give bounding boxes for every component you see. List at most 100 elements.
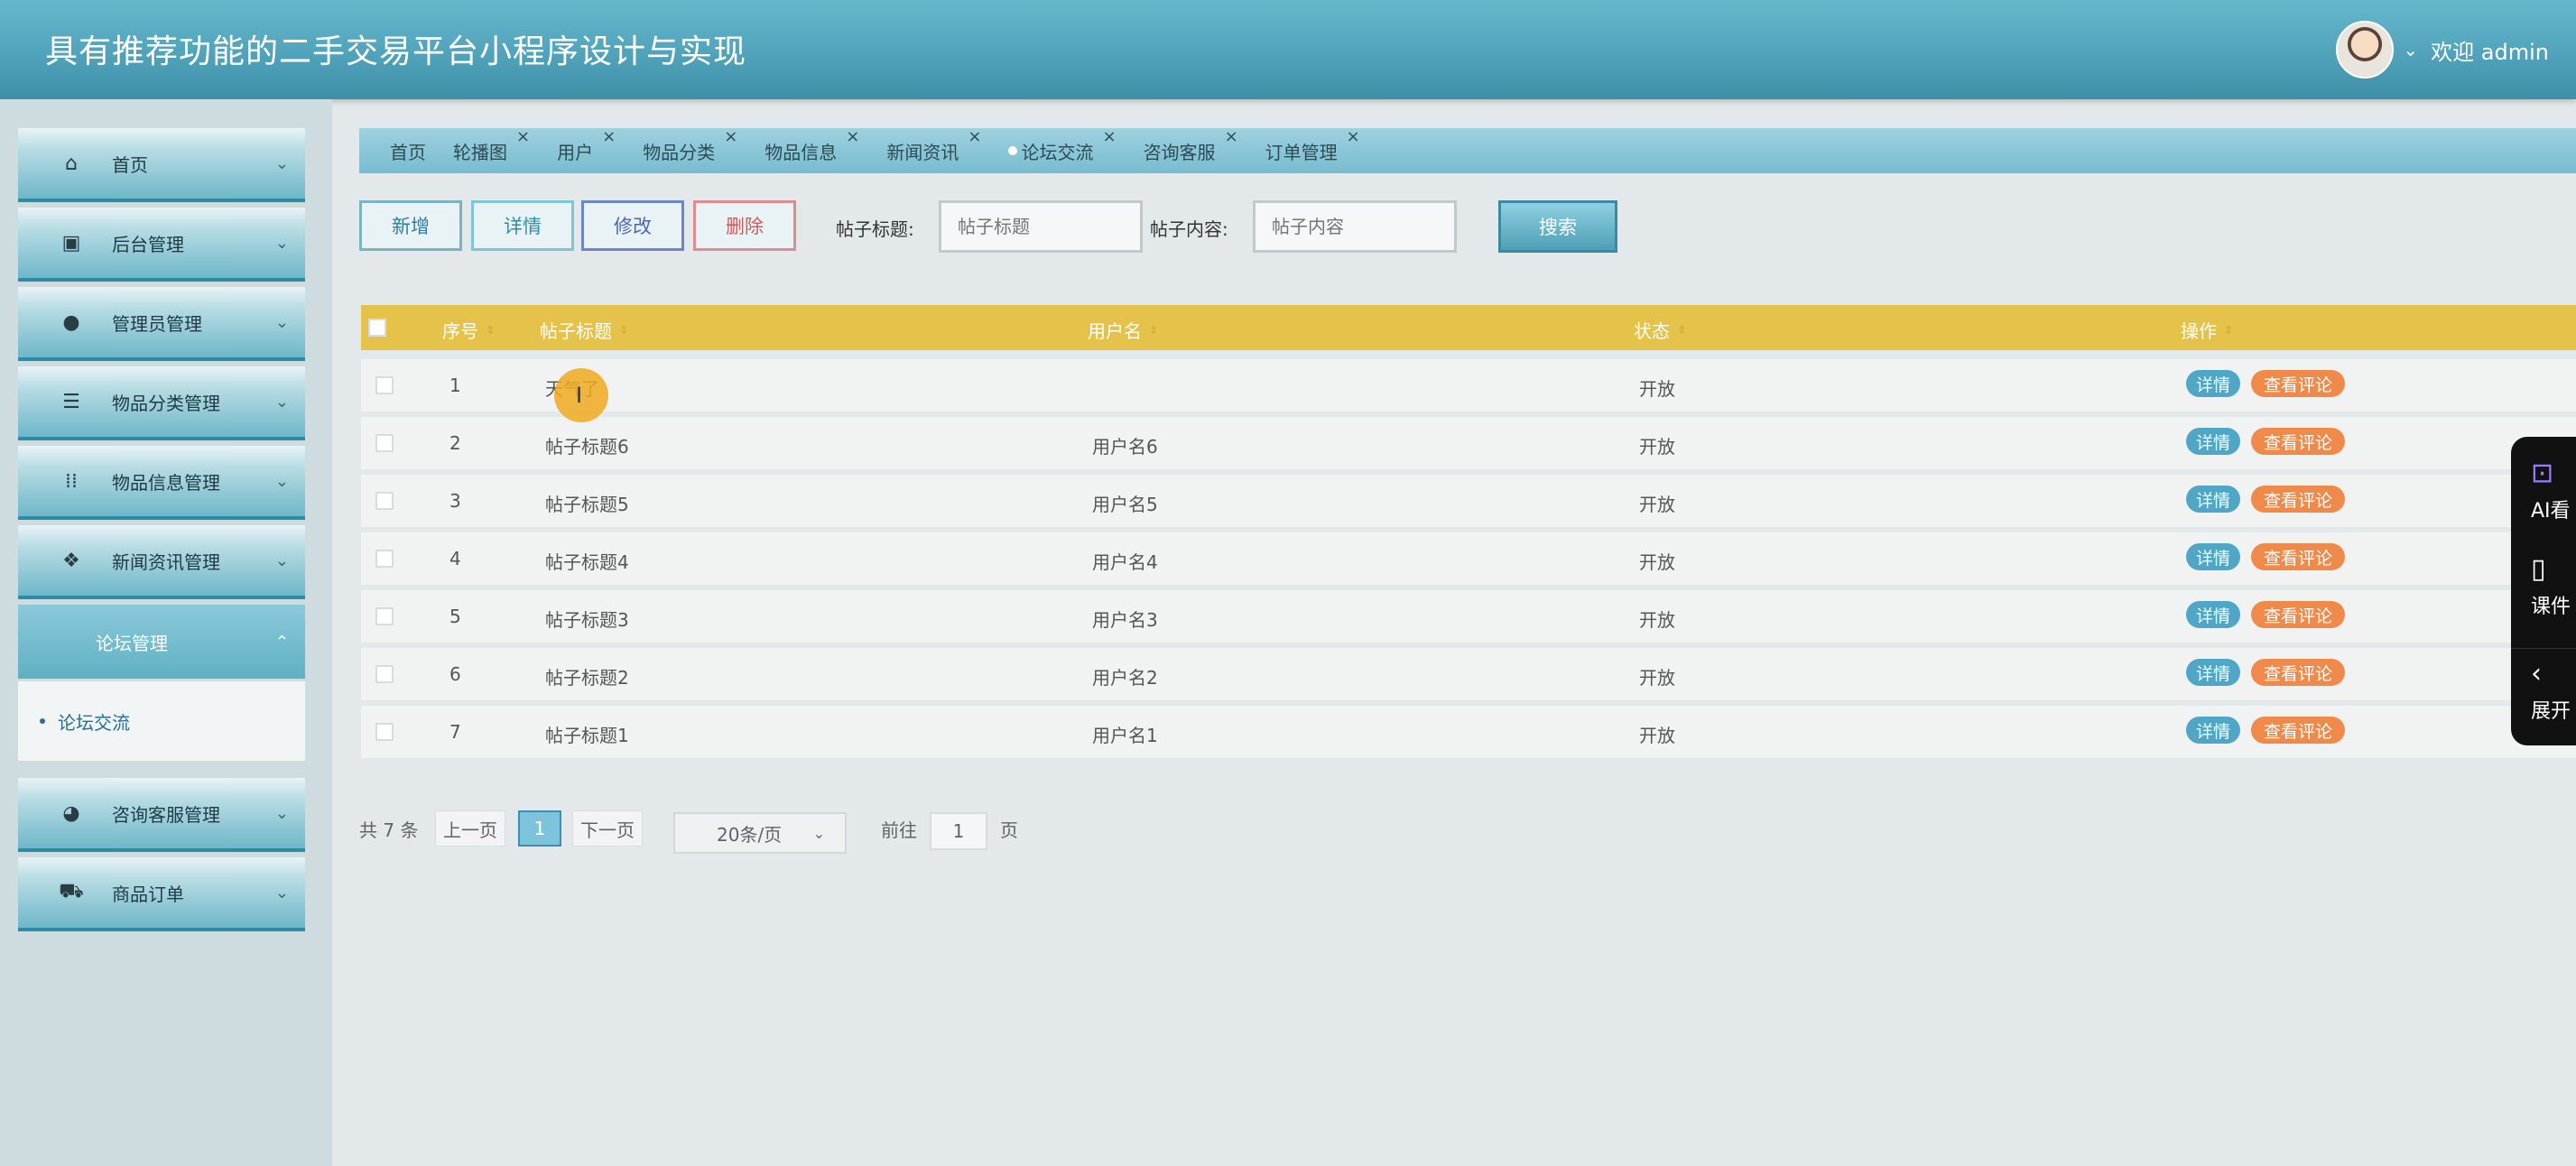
row-detail-button[interactable]: 详情 — [2186, 543, 2240, 570]
close-icon[interactable]: × — [602, 127, 616, 146]
sort-icon[interactable]: ⇕ — [1149, 325, 1158, 336]
chevron-down-icon: ⌄ — [274, 471, 289, 491]
row-checkbox[interactable] — [375, 376, 394, 394]
cell-status: 开放 — [1639, 494, 1675, 515]
sort-icon[interactable]: ⇕ — [619, 325, 628, 336]
tab-carousel[interactable]: 轮播图 × — [453, 127, 530, 164]
page-size-select[interactable]: 20条/页 ⌄ — [673, 812, 847, 854]
sidebar-item-home[interactable]: ⌂ 首页 ⌄ — [18, 128, 305, 202]
sidebar-item-backend[interactable]: ▣ 后台管理 ⌄ — [18, 208, 305, 282]
sort-icon[interactable]: ⇕ — [486, 325, 495, 336]
tab-items[interactable]: 物品信息 × — [764, 127, 859, 164]
row-comments-button[interactable]: 查看评论 — [2251, 601, 2345, 628]
row-comments-button[interactable]: 查看评论 — [2251, 543, 2345, 570]
submenu-forum-exchange[interactable]: 论坛交流 — [18, 681, 305, 761]
tab-support[interactable]: 咨询客服 × — [1144, 127, 1238, 164]
divider — [2511, 648, 2576, 649]
cell-no: 2 — [449, 432, 461, 454]
column-header-no[interactable]: 序号 ⇕ — [442, 317, 495, 343]
row-detail-button[interactable]: 详情 — [2186, 370, 2240, 397]
select-all-checkbox[interactable] — [368, 319, 386, 337]
row-detail-button[interactable]: 详情 — [2186, 601, 2240, 628]
detail-button[interactable]: 详情 — [471, 200, 574, 251]
table-row[interactable]: 5 帖子标题3 用户名3 开放 详情 查看评论 — [361, 590, 2576, 643]
sidebar-item-news[interactable]: ❖ 新闻资讯管理 ⌄ — [18, 525, 305, 599]
delete-button[interactable]: 删除 — [693, 200, 796, 251]
sidebar-item-orders[interactable]: ⛟ 商品订单 ⌄ — [18, 857, 305, 931]
cell-user: 用户名6 — [1092, 436, 1158, 458]
close-icon[interactable]: × — [1225, 127, 1238, 146]
row-checkbox[interactable] — [375, 492, 394, 510]
tab-home[interactable]: 首页 — [390, 138, 426, 164]
sort-icon[interactable]: ⇕ — [2224, 325, 2233, 336]
close-icon[interactable]: × — [968, 127, 981, 146]
close-icon[interactable]: × — [1102, 127, 1116, 146]
tab-categories[interactable]: 物品分类 × — [643, 127, 737, 164]
sidebar-item-support[interactable]: ◕ 咨询客服管理 ⌄ — [18, 778, 305, 852]
sidebar-item-forum[interactable]: 论坛管理 ⌃ — [18, 605, 305, 679]
welcome-text: 欢迎 admin — [2431, 39, 2549, 65]
tab-label: 论坛交流 — [1021, 141, 1094, 163]
table-row[interactable]: 7 帖子标题1 用户名1 开放 详情 查看评论 — [361, 706, 2576, 758]
title-search-input[interactable] — [939, 200, 1143, 253]
sidebar-item-categories[interactable]: ☰ 物品分类管理 ⌄ — [18, 366, 305, 440]
row-checkbox[interactable] — [375, 723, 394, 741]
tab-orders[interactable]: 订单管理 × — [1265, 127, 1360, 164]
expand-button[interactable]: ‹ 展开 — [2511, 659, 2576, 724]
text-cursor-icon: I — [576, 383, 583, 408]
tab-news[interactable]: 新闻资讯 × — [886, 127, 981, 164]
cell-status: 开放 — [1639, 551, 1675, 573]
column-header-status[interactable]: 状态 ⇕ — [1634, 317, 1686, 343]
close-icon[interactable]: × — [1347, 127, 1360, 146]
column-header-actions[interactable]: 操作 ⇕ — [2181, 317, 2233, 343]
cell-user: 用户名1 — [1092, 725, 1158, 746]
ai-view-button[interactable]: ⊡ AI看 — [2511, 458, 2576, 523]
tab-forum[interactable]: 论坛交流 × — [1008, 127, 1117, 164]
row-detail-button[interactable]: 详情 — [2186, 659, 2240, 686]
row-detail-button[interactable]: 详情 — [2186, 717, 2240, 744]
row-comments-button[interactable]: 查看评论 — [2251, 717, 2345, 744]
sort-icon[interactable]: ⇕ — [1677, 325, 1686, 336]
user-circle-icon: ● — [62, 310, 80, 334]
row-checkbox[interactable] — [375, 550, 394, 568]
row-detail-button[interactable]: 详情 — [2186, 486, 2240, 513]
edit-button[interactable]: 修改 — [581, 200, 684, 251]
sidebar-item-admins[interactable]: ● 管理员管理 ⌄ — [18, 287, 305, 361]
table-row[interactable]: 6 帖子标题2 用户名2 开放 详情 查看评论 — [361, 648, 2576, 700]
close-icon[interactable]: × — [516, 127, 530, 146]
close-icon[interactable]: × — [724, 127, 737, 146]
table-row[interactable]: 3 帖子标题5 用户名5 开放 详情 查看评论 — [361, 475, 2576, 527]
chevron-down-icon: ⌄ — [274, 233, 289, 253]
row-comments-button[interactable]: 查看评论 — [2251, 486, 2345, 513]
chevron-down-icon[interactable]: ⌄ — [2403, 39, 2418, 60]
row-comments-button[interactable]: 查看评论 — [2251, 370, 2345, 397]
goto-page-input[interactable]: 1 — [930, 812, 987, 850]
avatar[interactable] — [2336, 21, 2395, 79]
close-icon[interactable]: × — [846, 127, 859, 146]
tab-users[interactable]: 用户 × — [557, 127, 616, 164]
table-row[interactable]: 1 天气了 开放 详情 查看评论 — [361, 359, 2576, 412]
row-comments-button[interactable]: 查看评论 — [2251, 659, 2345, 686]
column-header-user[interactable]: 用户名 ⇕ — [1088, 317, 1158, 343]
table-row[interactable]: 4 帖子标题4 用户名4 开放 详情 查看评论 — [361, 532, 2576, 585]
column-header-title[interactable]: 帖子标题 ⇕ — [540, 317, 628, 343]
cell-status: 开放 — [1639, 667, 1675, 689]
row-checkbox[interactable] — [375, 434, 394, 452]
add-button[interactable]: 新增 — [359, 200, 462, 251]
expand-label: 展开 — [2531, 700, 2571, 723]
content-search-input[interactable] — [1253, 200, 1457, 253]
table-row[interactable]: 2 帖子标题6 用户名6 开放 详情 查看评论 — [361, 417, 2576, 469]
row-checkbox[interactable] — [375, 607, 394, 625]
prev-page-button[interactable]: 上一页 — [435, 810, 505, 847]
row-comments-button[interactable]: 查看评论 — [2251, 428, 2345, 455]
search-button[interactable]: 搜索 — [1498, 200, 1617, 253]
user-menu[interactable]: ⌄ 欢迎 admin — [2336, 18, 2549, 81]
grid-icon: ⁞⁞ — [65, 469, 78, 493]
row-detail-button[interactable]: 详情 — [2186, 428, 2240, 455]
page-1-button[interactable]: 1 — [518, 810, 561, 847]
sidebar-item-items[interactable]: ⁞⁞ 物品信息管理 ⌄ — [18, 446, 305, 520]
page-size-value: 20条/页 — [717, 823, 783, 846]
courseware-button[interactable]: ▯ 课件 — [2511, 554, 2576, 619]
next-page-button[interactable]: 下一页 — [572, 810, 643, 847]
row-checkbox[interactable] — [375, 665, 394, 683]
